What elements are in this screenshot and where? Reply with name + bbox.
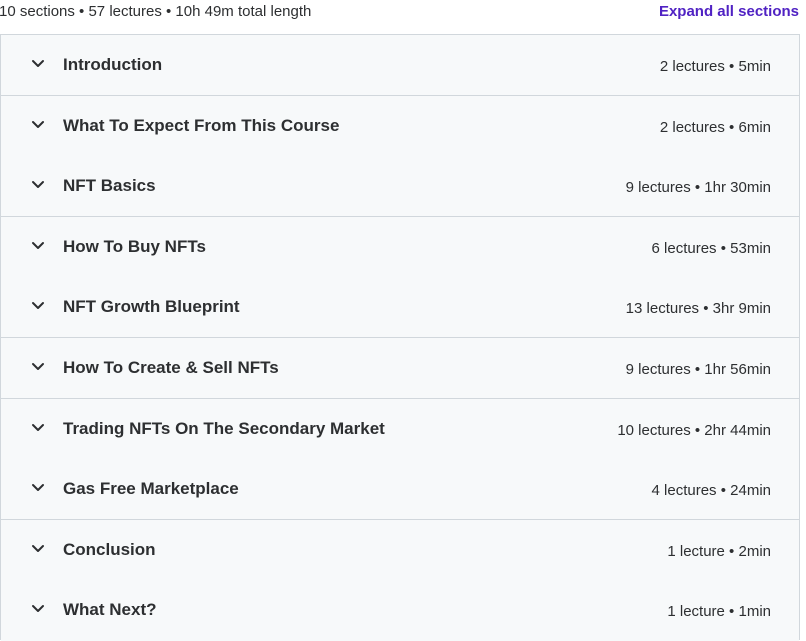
section-meta: 13 lectures • 3hr 9min xyxy=(625,300,771,317)
section-title: What To Expect From This Course xyxy=(63,116,340,135)
chevron-down-icon xyxy=(30,58,46,70)
section-meta: 4 lectures • 24min xyxy=(651,482,771,499)
section-meta: 1 lecture • 1min xyxy=(667,603,771,620)
chevron-down-icon xyxy=(30,543,46,555)
chevron-down-icon xyxy=(30,361,46,373)
section-row[interactable]: NFT Growth Blueprint 13 lectures • 3hr 9m… xyxy=(1,277,799,338)
section-meta: 2 lectures • 5min xyxy=(659,58,771,75)
section-row[interactable]: What To Expect From This Course 2 lecture… xyxy=(1,96,799,157)
section-title: Conclusion xyxy=(63,540,156,559)
chevron-down-icon xyxy=(30,240,46,252)
section-meta: 9 lectures • 1hr 56min xyxy=(625,361,771,378)
section-meta: 1 lecture • 2min xyxy=(667,543,771,560)
section-title: NFT Growth Blueprint xyxy=(63,297,240,316)
section-title: How To Create & Sell NFTs xyxy=(63,358,279,377)
chevron-down-icon xyxy=(30,603,46,615)
section-title: What Next? xyxy=(63,600,157,619)
section-row[interactable]: Introduction 2 lectures • 5min xyxy=(1,35,799,96)
section-title: NFT Basics xyxy=(63,176,156,195)
section-row[interactable]: NFT Basics 9 lectures • 1hr 30min xyxy=(1,156,799,217)
section-row[interactable]: How To Create & Sell NFTs 9 lectures • 1h… xyxy=(1,338,799,399)
section-meta: 2 lectures • 6min xyxy=(659,119,771,136)
section-title: Gas Free Marketplace xyxy=(63,479,239,498)
expand-all-sections-button[interactable]: Expand all sections xyxy=(659,3,799,20)
section-row[interactable]: What Next? 1 lecture • 1min xyxy=(1,580,799,641)
section-title: Introduction xyxy=(63,55,163,74)
chevron-down-icon xyxy=(30,300,46,312)
section-row[interactable]: Conclusion 1 lecture • 2min xyxy=(1,520,799,581)
curriculum-header: 10 sections • 57 lectures • 10h 49m tota… xyxy=(0,0,806,34)
section-title: How To Buy NFTs xyxy=(63,237,206,256)
section-row[interactable]: Gas Free Marketplace 4 lectures • 24min xyxy=(1,459,799,520)
chevron-down-icon xyxy=(30,482,46,494)
section-meta: 9 lectures • 1hr 30min xyxy=(625,179,771,196)
section-row[interactable]: Trading NFTs On The Secondary Market 10 l… xyxy=(1,399,799,460)
section-title: Trading NFTs On The Secondary Market xyxy=(63,419,385,438)
section-row[interactable]: How To Buy NFTs 6 lectures • 53min xyxy=(1,217,799,278)
curriculum-accordion: Introduction 2 lectures • 5min What To Exp… xyxy=(0,34,800,641)
curriculum-summary: 10 sections • 57 lectures • 10h 49m tota… xyxy=(0,3,312,20)
section-meta: 10 lectures • 2hr 44min xyxy=(617,422,771,439)
chevron-down-icon xyxy=(30,119,46,131)
chevron-down-icon xyxy=(30,422,46,434)
chevron-down-icon xyxy=(30,179,46,191)
section-meta: 6 lectures • 53min xyxy=(651,240,771,257)
